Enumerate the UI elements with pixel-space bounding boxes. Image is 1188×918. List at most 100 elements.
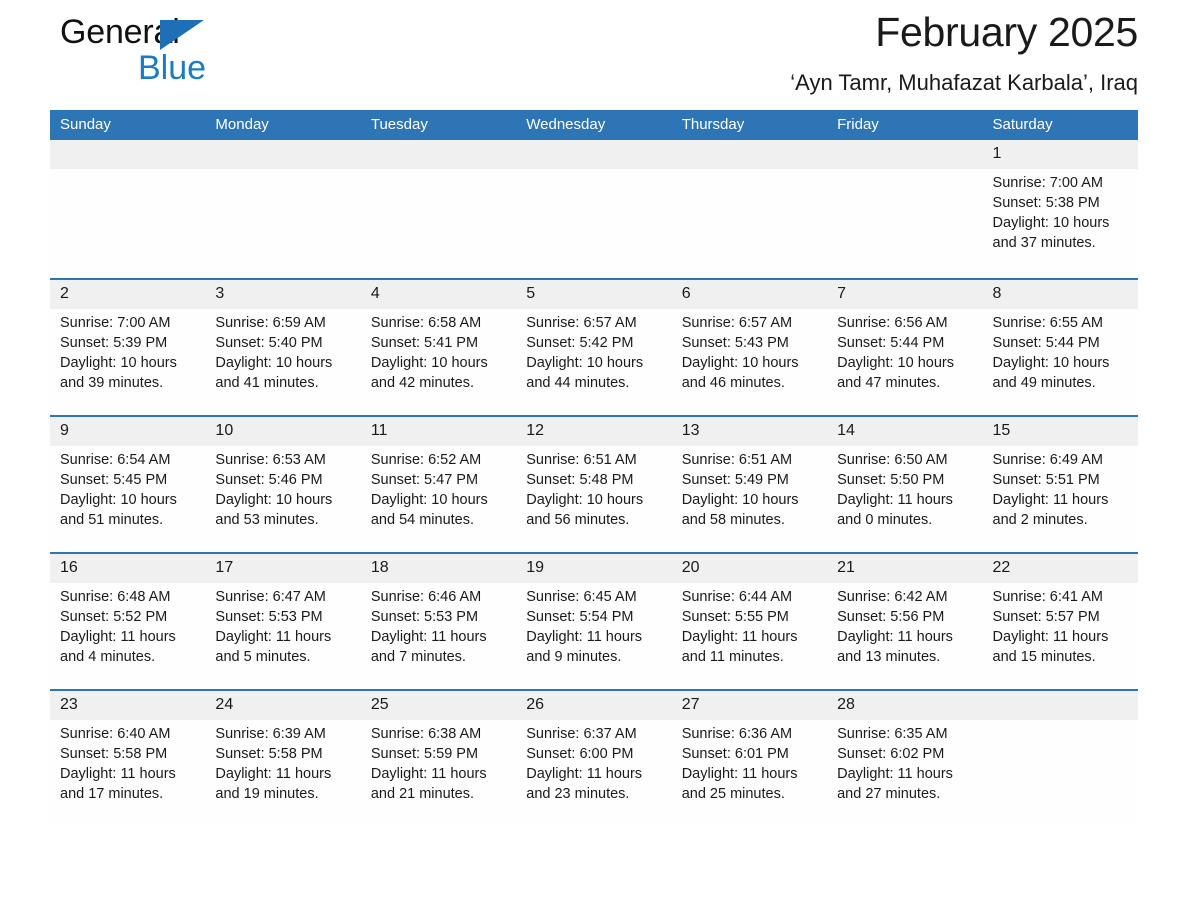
daylight-text: Daylight: 10 hours and 39 minutes. (60, 355, 177, 391)
logo-top-row: General (60, 12, 320, 52)
sunset-text: Sunset: 5:48 PM (526, 472, 634, 488)
weekday-header-saturday: Saturday (982, 110, 1138, 140)
daylight-text: Daylight: 11 hours and 27 minutes. (837, 766, 953, 802)
day-number: 7 (827, 280, 983, 309)
sunrise-text: Sunrise: 6:45 AM (526, 589, 637, 605)
daylight-text: Daylight: 11 hours and 0 minutes. (837, 492, 953, 528)
day-sun-info: Sunrise: 6:42 AM Sunset: 5:56 PM Daylight:… (827, 583, 982, 667)
calendar-day-cell[interactable]: 11 Sunrise: 6:52 AM Sunset: 5:47 PM Dayligh… (360, 415, 517, 553)
sunrise-text: Sunrise: 6:57 AM (681, 315, 793, 331)
daylight-text: Daylight: 10 hours and 41 minutes. (215, 355, 333, 391)
calendar-day-cell[interactable]: 21 Sunrise: 6:42 AM Sunset: 5:56 PM Dayligh… (827, 552, 983, 690)
page-header: General Blue February 2025 ‘Ayn Tamr, Mu… (50, 0, 1138, 110)
sunrise-text: Sunrise: 6:41 AM (992, 589, 1103, 605)
day-number: 18 (360, 554, 517, 583)
day-number: 26 (516, 691, 672, 720)
title-block: February 2025 ‘Ayn Tamr, Muhafazat Karba… (438, 4, 1138, 98)
day-number: 9 (50, 417, 206, 446)
calendar-day-cell[interactable]: 5 Sunrise: 6:57 AM Sunset: 5:42 PM Daylight… (516, 278, 672, 416)
day-sun-info: Sunrise: 6:56 AM Sunset: 5:44 PM Daylight:… (827, 309, 982, 393)
sunset-text: Sunset: 6:02 PM (837, 746, 945, 762)
calendar-day-cell[interactable]: 24 Sunrise: 6:39 AM Sunset: 5:58 PM Dayligh… (205, 689, 361, 826)
sunset-text: Sunset: 5:45 PM (60, 472, 168, 488)
day-number: 14 (827, 417, 983, 446)
day-sun-info: Sunrise: 6:51 AM Sunset: 5:49 PM Daylight:… (672, 446, 827, 530)
sunrise-text: Sunrise: 6:39 AM (215, 726, 326, 742)
calendar-day-cell[interactable]: 26 Sunrise: 6:37 AM Sunset: 6:00 PM Dayligh… (516, 689, 672, 826)
day-sun-info: Sunrise: 6:37 AM Sunset: 6:00 PM Daylight:… (516, 720, 671, 804)
calendar-day-cell[interactable]: 23 Sunrise: 6:40 AM Sunset: 5:58 PM Dayligh… (50, 689, 206, 826)
sunrise-text: Sunrise: 7:00 AM (60, 315, 171, 331)
sunrise-text: Sunrise: 6:35 AM (837, 726, 948, 742)
calendar-day-cell[interactable]: 3 Sunrise: 6:59 AM Sunset: 5:40 PM Daylight… (205, 278, 361, 416)
calendar-week-row: 2 Sunrise: 7:00 AM Sunset: 5:39 PM Daylight… (50, 278, 1138, 416)
calendar-day-cell[interactable]: 14 Sunrise: 6:50 AM Sunset: 5:50 PM Dayligh… (827, 415, 983, 553)
weekday-header-friday: Friday (827, 110, 983, 140)
sunrise-text: Sunrise: 6:56 AM (837, 315, 948, 331)
calendar-day-cell[interactable]: 20 Sunrise: 6:44 AM Sunset: 5:55 PM Dayligh… (671, 552, 828, 690)
sunset-text: Sunset: 5:44 PM (992, 335, 1100, 351)
calendar-day-cell[interactable]: 15 Sunrise: 6:49 AM Sunset: 5:51 PM Dayligh… (982, 415, 1138, 553)
day-sun-info: Sunrise: 6:47 AM Sunset: 5:53 PM Daylight:… (205, 583, 360, 667)
day-sun-info: Sunrise: 7:00 AM Sunset: 5:39 PM Daylight:… (50, 309, 205, 393)
sunset-text: Sunset: 5:47 PM (370, 472, 479, 488)
calendar-day-cell[interactable]: 13 Sunrise: 6:51 AM Sunset: 5:49 PM Dayligh… (671, 415, 828, 553)
sunset-text: Sunset: 5:43 PM (681, 335, 789, 351)
logo-word-blue: Blue (138, 49, 207, 87)
daylight-text: Daylight: 10 hours and 56 minutes. (526, 492, 644, 528)
weekday-header-tuesday: Tuesday (360, 110, 517, 140)
sunrise-text: Sunrise: 6:55 AM (992, 315, 1103, 331)
calendar-day-cell[interactable]: 1 Sunrise: 7:00 AM Sunset: 5:38 PM Daylight… (982, 140, 1138, 279)
calendar-empty-cell (50, 140, 206, 279)
daylight-text: Daylight: 10 hours and 44 minutes. (526, 355, 644, 391)
day-number: 27 (671, 691, 828, 720)
calendar-day-cell[interactable]: 10 Sunrise: 6:53 AM Sunset: 5:46 PM Dayligh… (205, 415, 361, 553)
daylight-text: Daylight: 10 hours and 58 minutes. (681, 492, 799, 528)
sunset-text: Sunset: 5:38 PM (992, 195, 1100, 211)
calendar-week-row: 16 Sunrise: 6:48 AM Sunset: 5:52 PM Dayligh… (50, 552, 1138, 690)
daylight-text: Daylight: 11 hours and 23 minutes. (526, 766, 643, 802)
calendar-day-cell[interactable]: 18 Sunrise: 6:46 AM Sunset: 5:53 PM Dayligh… (360, 552, 517, 690)
weekday-header-wednesday: Wednesday (516, 110, 672, 140)
daylight-text: Daylight: 10 hours and 46 minutes. (681, 355, 799, 391)
calendar-day-cell[interactable]: 12 Sunrise: 6:51 AM Sunset: 5:48 PM Dayligh… (516, 415, 672, 553)
daylight-text: Daylight: 10 hours and 53 minutes. (215, 492, 333, 528)
day-number: 8 (982, 280, 1138, 309)
calendar-day-cell[interactable]: 6 Sunrise: 6:57 AM Sunset: 5:43 PM Daylight… (671, 278, 828, 416)
daylight-text: Daylight: 11 hours and 13 minutes. (837, 629, 953, 665)
sunrise-text: Sunrise: 7:00 AM (992, 175, 1103, 191)
day-number (827, 140, 983, 169)
calendar-day-cell[interactable]: 7 Sunrise: 6:56 AM Sunset: 5:44 PM Daylight… (827, 278, 983, 416)
calendar-day-cell[interactable]: 16 Sunrise: 6:48 AM Sunset: 5:52 PM Dayligh… (50, 552, 206, 690)
daylight-text: Daylight: 11 hours and 4 minutes. (60, 629, 176, 665)
calendar-day-cell[interactable]: 9 Sunrise: 6:54 AM Sunset: 5:45 PM Daylight… (50, 415, 206, 553)
day-sun-info: Sunrise: 6:44 AM Sunset: 5:55 PM Daylight:… (672, 583, 827, 667)
calendar-day-cell[interactable]: 4 Sunrise: 6:58 AM Sunset: 5:41 PM Daylight… (360, 278, 517, 416)
calendar-day-cell[interactable]: 19 Sunrise: 6:45 AM Sunset: 5:54 PM Dayligh… (516, 552, 672, 690)
day-number: 21 (827, 554, 983, 583)
calendar-day-cell[interactable]: 17 Sunrise: 6:47 AM Sunset: 5:53 PM Dayligh… (205, 552, 361, 690)
day-sun-info: Sunrise: 6:38 AM Sunset: 5:59 PM Daylight:… (361, 720, 516, 804)
sunset-text: Sunset: 5:46 PM (215, 472, 323, 488)
day-number: 4 (360, 280, 517, 309)
day-sun-info: Sunrise: 6:59 AM Sunset: 5:40 PM Daylight:… (205, 309, 360, 393)
day-number: 12 (516, 417, 672, 446)
daylight-text: Daylight: 10 hours and 37 minutes. (992, 215, 1110, 251)
daylight-text: Daylight: 10 hours and 49 minutes. (992, 355, 1110, 391)
calendar-day-cell[interactable]: 25 Sunrise: 6:38 AM Sunset: 5:59 PM Dayligh… (360, 689, 517, 826)
daylight-text: Daylight: 11 hours and 15 minutes. (992, 629, 1109, 665)
daylight-text: Daylight: 10 hours and 42 minutes. (370, 355, 488, 391)
sunset-text: Sunset: 5:39 PM (60, 335, 168, 351)
sunset-text: Sunset: 5:54 PM (526, 609, 634, 625)
daylight-text: Daylight: 11 hours and 19 minutes. (215, 766, 332, 802)
day-number: 10 (205, 417, 361, 446)
calendar-day-cell[interactable]: 22 Sunrise: 6:41 AM Sunset: 5:57 PM Dayligh… (982, 552, 1138, 690)
triangle-icon (160, 20, 204, 50)
sunrise-text: Sunrise: 6:40 AM (60, 726, 171, 742)
sunset-text: Sunset: 5:40 PM (215, 335, 323, 351)
calendar-day-cell[interactable]: 2 Sunrise: 7:00 AM Sunset: 5:39 PM Daylight… (50, 278, 206, 416)
daylight-text: Daylight: 11 hours and 9 minutes. (526, 629, 643, 665)
calendar-day-cell[interactable]: 8 Sunrise: 6:55 AM Sunset: 5:44 PM Daylight… (982, 278, 1138, 416)
calendar-day-cell[interactable]: 27 Sunrise: 6:36 AM Sunset: 6:01 PM Dayligh… (671, 689, 828, 826)
calendar-day-cell[interactable]: 28 Sunrise: 6:35 AM Sunset: 6:02 PM Dayligh… (827, 689, 983, 826)
